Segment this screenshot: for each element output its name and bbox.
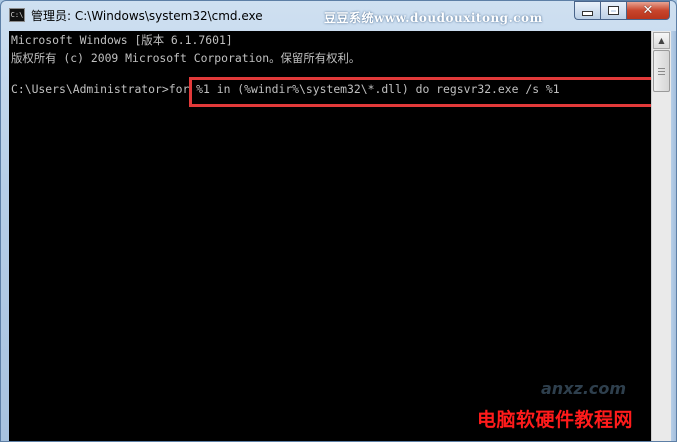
window-controls: ✕: [574, 1, 670, 21]
vertical-scrollbar[interactable]: ▲: [651, 31, 671, 441]
console-line-version: Microsoft Windows [版本 6.1.7601]: [11, 33, 233, 47]
command-highlight-box: [189, 77, 651, 107]
window-title: 管理员: C:\Windows\system32\cmd.exe: [31, 9, 263, 23]
corner-watermark: anxz.com: [541, 379, 627, 398]
thumb-grip: [658, 74, 665, 75]
console-line-copyright: 版权所有 (c) 2009 Microsoft Corporation。保留所有…: [11, 51, 361, 65]
window-frame-right: [671, 31, 676, 441]
footer-watermark: 电脑软硬件教程网: [477, 409, 634, 431]
thumb-grip: [658, 71, 665, 72]
maximize-button[interactable]: [600, 1, 626, 20]
scroll-thumb[interactable]: [653, 50, 670, 92]
scroll-up-arrow-icon[interactable]: ▲: [653, 32, 670, 49]
cmd-icon[interactable]: C:\: [9, 8, 25, 22]
close-button[interactable]: ✕: [626, 1, 670, 20]
maximize-icon: [608, 6, 619, 15]
minimize-button[interactable]: [574, 1, 600, 20]
title-bar[interactable]: C:\ 管理员: C:\Windows\system32\cmd.exe 豆豆系…: [1, 1, 676, 31]
cmd-window: C:\ 管理员: C:\Windows\system32\cmd.exe 豆豆系…: [0, 0, 677, 442]
site-watermark: 豆豆系统www.doudouxitong.com: [324, 11, 543, 25]
thumb-grip: [658, 68, 665, 69]
console-prompt: C:\Users\Administrator>: [11, 82, 169, 96]
close-icon: ✕: [642, 3, 654, 18]
minimize-icon: [582, 11, 593, 16]
